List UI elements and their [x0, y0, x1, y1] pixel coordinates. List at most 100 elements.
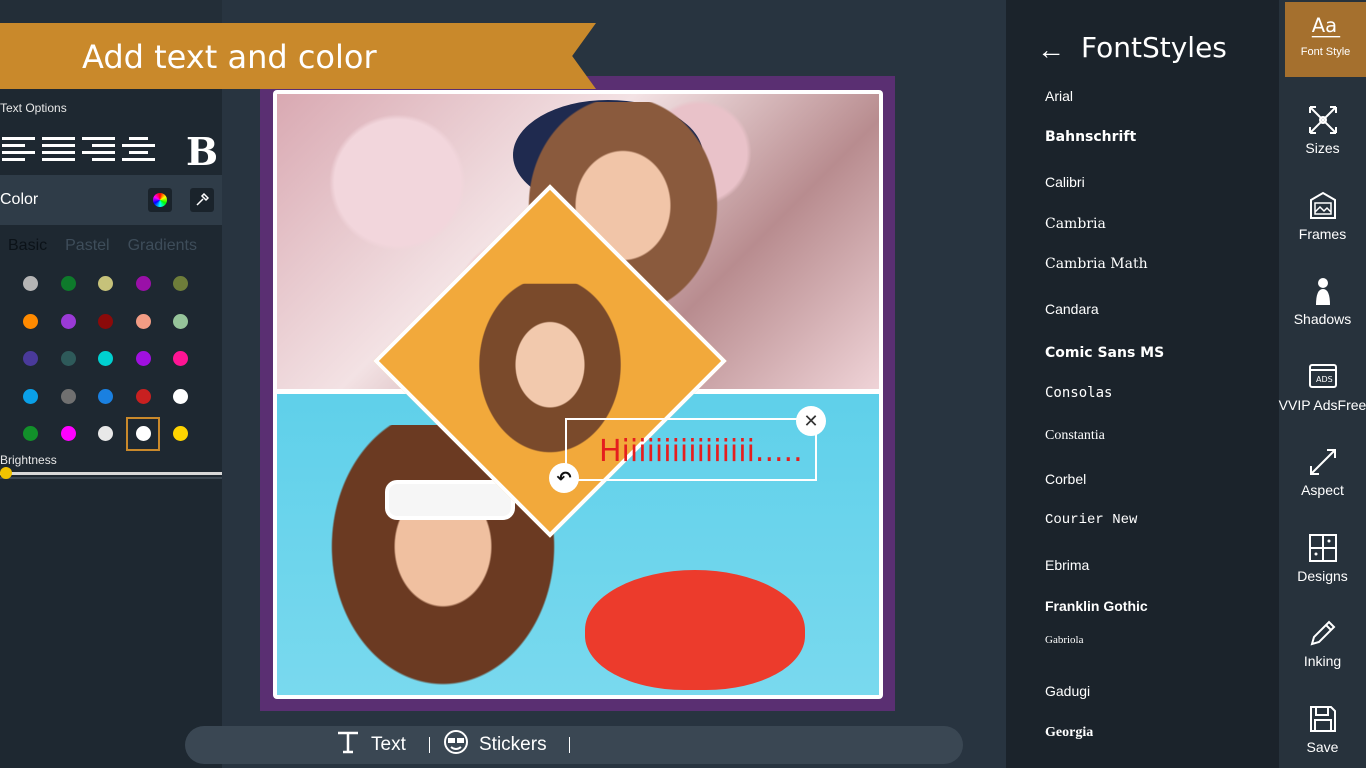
eyedropper-icon[interactable] [190, 188, 214, 212]
color-swatch[interactable] [12, 303, 50, 341]
font-option[interactable]: Gabriola [1045, 634, 1083, 646]
color-swatch[interactable] [126, 416, 161, 451]
rail-button-vvip-adsfree[interactable]: ADS VVIP AdsFree [1279, 361, 1366, 421]
font-option[interactable]: Constantia [1045, 428, 1105, 444]
tab-pastel[interactable]: Pastel [65, 237, 109, 255]
color-swatch[interactable] [162, 340, 200, 378]
color-swatch[interactable] [162, 378, 200, 416]
color-swatch[interactable] [50, 415, 88, 453]
color-swatch-dot [23, 313, 39, 329]
color-swatch-dot [135, 276, 151, 292]
color-swatch[interactable] [50, 378, 88, 416]
color-swatch[interactable] [87, 340, 125, 378]
color-swatch[interactable] [87, 265, 125, 303]
color-swatch-dot [60, 276, 76, 292]
color-swatch-dot [135, 313, 151, 329]
color-swatch[interactable] [87, 378, 125, 416]
color-swatch-dot [173, 388, 189, 404]
font-option[interactable]: Bahnschrift [1045, 129, 1136, 145]
color-swatch[interactable] [50, 340, 88, 378]
color-swatch[interactable] [12, 265, 50, 303]
color-swatch-dot [135, 388, 151, 404]
rail-button-inking[interactable]: Inking [1279, 617, 1366, 677]
svg-text:Aa: Aa [1311, 14, 1336, 37]
color-swatch-dot [173, 276, 189, 292]
font-option[interactable]: Franklin Gothic [1045, 598, 1148, 614]
font-option[interactable]: Comic Sans MS [1045, 345, 1164, 361]
close-icon[interactable]: ✕ [796, 406, 826, 436]
font-option[interactable]: Georgia [1045, 725, 1093, 741]
color-swatch[interactable] [12, 415, 50, 453]
text-options-panel: Text Options B Color Basic Pastel Gradie… [0, 89, 222, 768]
rail-button-aspect[interactable]: Aspect [1279, 446, 1366, 506]
color-swatch[interactable] [162, 415, 200, 453]
font-option[interactable]: Calibri [1045, 174, 1085, 190]
rail-button-font-style[interactable]: Aa Font Style [1285, 2, 1366, 77]
color-swatch[interactable] [162, 265, 200, 303]
text-overlay-box[interactable]: Hiiiiiiiiiiiiiiii..... [565, 418, 817, 481]
stickers-button[interactable]: Stickers [443, 726, 547, 764]
banner-title: Add text and color [82, 38, 377, 76]
color-swatch[interactable] [12, 340, 50, 378]
color-swatch[interactable] [12, 378, 50, 416]
font-option[interactable]: Courier New [1045, 512, 1137, 528]
color-swatch[interactable] [125, 340, 163, 378]
color-swatch-dot [23, 426, 39, 442]
font-styles-panel [1006, 0, 1279, 768]
color-swatch-dot [173, 351, 189, 367]
rail-button-save[interactable]: Save [1279, 703, 1366, 763]
align-left-button[interactable] [2, 137, 35, 161]
color-swatch[interactable] [50, 303, 88, 341]
font-option[interactable]: Arial [1045, 88, 1073, 104]
brightness-slider-thumb[interactable] [0, 467, 12, 479]
font-option[interactable]: Candara [1045, 301, 1099, 317]
font-option[interactable]: Corbel [1045, 471, 1086, 487]
font-option[interactable]: Gadugi [1045, 683, 1090, 699]
rail-button-designs[interactable]: Designs [1279, 532, 1366, 592]
color-tabs: Basic Pastel Gradients [8, 237, 215, 255]
rail-button-label: Designs [1297, 568, 1348, 584]
color-swatch[interactable] [87, 415, 125, 453]
font-option[interactable]: Ebrima [1045, 557, 1089, 573]
rail-button-frames[interactable]: Frames [1279, 190, 1366, 250]
text-button[interactable]: Text [335, 726, 406, 764]
bold-button[interactable]: B [186, 129, 218, 174]
font-option[interactable]: Cambria Math [1045, 256, 1148, 272]
color-swatch[interactable] [50, 265, 88, 303]
color-swatch-dot [173, 426, 189, 442]
color-label: Color [0, 191, 39, 208]
font-option[interactable]: Cambria [1045, 216, 1106, 232]
overlay-text[interactable]: Hiiiiiiiiiiiiiiii..... [599, 434, 803, 469]
color-swatch-dot [23, 351, 39, 367]
brightness-slider[interactable] [0, 472, 222, 475]
color-swatch-dot [135, 351, 151, 367]
rail-button-sizes[interactable]: Sizes [1279, 104, 1366, 164]
ads-free-icon: ADS [1307, 361, 1339, 393]
font-option[interactable]: Consolas [1045, 385, 1112, 401]
color-swatch-dot [60, 426, 76, 442]
color-swatch[interactable] [162, 303, 200, 341]
tab-basic[interactable]: Basic [8, 237, 47, 255]
frames-icon [1307, 190, 1339, 222]
back-arrow-icon[interactable]: ← [1037, 34, 1065, 66]
tab-gradients[interactable]: Gradients [128, 237, 197, 255]
rail-button-label: Sizes [1305, 140, 1340, 156]
color-swatch[interactable] [125, 303, 163, 341]
rail-button-label: Aspect [1301, 482, 1344, 498]
color-swatch-dot [98, 426, 114, 442]
color-swatch[interactable] [125, 378, 163, 416]
text-icon [335, 729, 361, 761]
color-swatch[interactable] [125, 265, 163, 303]
collage-canvas[interactable] [273, 90, 883, 699]
rail-button-label: VVIP AdsFree [1278, 397, 1366, 413]
rail-button-shadows[interactable]: Shadows [1279, 275, 1366, 335]
align-center-button[interactable] [122, 137, 155, 161]
rotate-icon[interactable]: ↶ [549, 463, 579, 493]
align-right-button[interactable] [82, 137, 115, 161]
bottom-toolbar: Text Stickers [185, 726, 963, 764]
align-justify-button[interactable] [42, 137, 75, 161]
alignment-row [2, 137, 155, 161]
designs-icon [1307, 532, 1339, 564]
color-wheel-icon[interactable] [148, 188, 172, 212]
color-swatch[interactable] [87, 303, 125, 341]
